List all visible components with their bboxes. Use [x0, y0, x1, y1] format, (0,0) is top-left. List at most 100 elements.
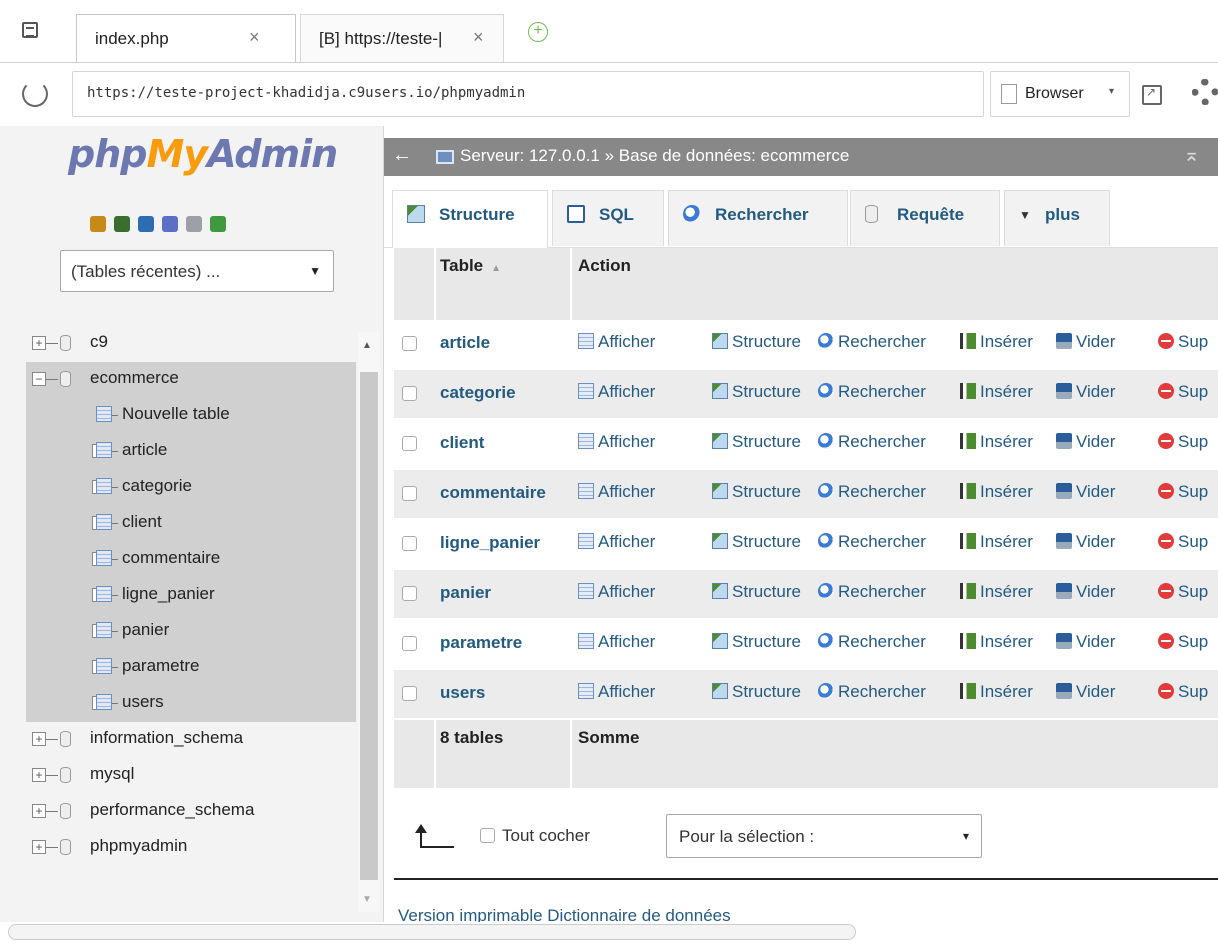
print-links-text[interactable]: Version imprimable Dictionnaire de donné… [398, 906, 731, 922]
action-browse[interactable]: Afficher [578, 332, 655, 352]
tree-database-performance_schema[interactable]: + performance_schema [0, 794, 356, 830]
row-checkbox[interactable] [402, 686, 417, 701]
browser-tab-phpmyadmin[interactable]: [B] https://teste-| × [300, 14, 504, 62]
tree-item-nouvelle-table[interactable]: Nouvelle table [26, 398, 356, 434]
action-structure[interactable]: Structure [712, 582, 801, 602]
table-name-link[interactable]: article [440, 333, 490, 353]
new-tab-icon[interactable]: + [528, 22, 548, 42]
action-empty[interactable]: Vider [1056, 432, 1115, 452]
action-insert[interactable]: Insérer [960, 682, 1033, 702]
row-checkbox[interactable] [402, 436, 417, 451]
column-header-table[interactable]: Table ▲ [440, 256, 501, 276]
expand-icon[interactable]: + [32, 732, 46, 746]
popout-icon[interactable] [1142, 85, 1162, 105]
close-tab-icon[interactable]: × [473, 27, 484, 48]
action-browse[interactable]: Afficher [578, 482, 655, 502]
tree-scrollbar-thumb[interactable] [360, 372, 378, 880]
action-search[interactable]: Rechercher [818, 532, 926, 552]
docs-icon[interactable] [186, 216, 202, 232]
tab-more[interactable]: ▼ plus [1004, 190, 1110, 246]
horizontal-scrollbar[interactable] [8, 924, 856, 940]
collapse-icon[interactable]: − [32, 372, 46, 386]
action-drop[interactable]: Sup [1158, 482, 1208, 502]
action-insert[interactable]: Insérer [960, 332, 1033, 352]
tree-database-ecommerce[interactable]: − ecommerce [26, 362, 356, 398]
action-drop[interactable]: Sup [1158, 632, 1208, 652]
tab-sql[interactable]: SQL [552, 190, 664, 246]
action-browse[interactable]: Afficher [578, 632, 655, 652]
recent-tables-select[interactable]: (Tables récentes) ... ▼ [60, 250, 334, 292]
action-structure[interactable]: Structure [712, 682, 801, 702]
action-empty[interactable]: Vider [1056, 582, 1115, 602]
action-insert[interactable]: Insérer [960, 532, 1033, 552]
tree-item-client[interactable]: +client [26, 506, 356, 542]
expand-icon[interactable]: + [32, 768, 46, 782]
action-drop[interactable]: Sup [1158, 382, 1208, 402]
row-checkbox[interactable] [402, 336, 417, 351]
tree-item-ligne_panier[interactable]: +ligne_panier [26, 578, 356, 614]
gear-icon[interactable] [1184, 79, 1218, 109]
action-insert[interactable]: Insérer [960, 382, 1033, 402]
row-checkbox[interactable] [402, 536, 417, 551]
action-insert[interactable]: Insérer [960, 482, 1033, 502]
tree-database-mysql[interactable]: + mysql [0, 758, 356, 794]
action-empty[interactable]: Vider [1056, 482, 1115, 502]
action-structure[interactable]: Structure [712, 632, 801, 652]
action-structure[interactable]: Structure [712, 382, 801, 402]
action-insert[interactable]: Insérer [960, 632, 1033, 652]
action-search[interactable]: Rechercher [818, 682, 926, 702]
reload-icon[interactable] [22, 81, 48, 107]
expand-icon[interactable]: + [32, 840, 46, 854]
breadcrumb-text[interactable]: Serveur: 127.0.0.1 » Base de données: ec… [460, 146, 849, 166]
tree-item-commentaire[interactable]: +commentaire [26, 542, 356, 578]
browser-menu-icon[interactable] [22, 22, 38, 38]
row-checkbox[interactable] [402, 486, 417, 501]
table-name-link[interactable]: panier [440, 583, 491, 603]
table-name-link[interactable]: ligne_panier [440, 533, 540, 553]
action-search[interactable]: Rechercher [818, 482, 926, 502]
table-name-link[interactable]: client [440, 433, 484, 453]
table-name-link[interactable]: users [440, 683, 485, 703]
close-tab-icon[interactable]: × [249, 27, 260, 48]
tab-search[interactable]: Rechercher [668, 190, 848, 246]
tree-database-information_schema[interactable]: + information_schema [0, 722, 356, 758]
expand-icon[interactable]: + [32, 804, 46, 818]
phpmyadmin-logo[interactable]: phpMyAdmin [68, 132, 338, 176]
with-selected-select[interactable]: Pour la sélection : ▾ [666, 814, 982, 858]
action-structure[interactable]: Structure [712, 482, 801, 502]
action-browse[interactable]: Afficher [578, 532, 655, 552]
action-structure[interactable]: Structure [712, 532, 801, 552]
action-search[interactable]: Rechercher [818, 332, 926, 352]
check-all-checkbox[interactable] [480, 828, 495, 843]
action-browse[interactable]: Afficher [578, 682, 655, 702]
tree-database-c9[interactable]: + c9 [0, 326, 356, 362]
collapse-icon[interactable]: ⌅ [1183, 142, 1200, 167]
scroll-down-icon[interactable]: ▼ [362, 894, 372, 905]
action-browse[interactable]: Afficher [578, 582, 655, 602]
action-empty[interactable]: Vider [1056, 682, 1115, 702]
action-drop[interactable]: Sup [1158, 432, 1208, 452]
table-name-link[interactable]: categorie [440, 383, 516, 403]
tree-item-users[interactable]: +users [26, 686, 356, 722]
help-icon[interactable] [162, 216, 178, 232]
action-search[interactable]: Rechercher [818, 582, 926, 602]
tab-structure[interactable]: Structure [392, 190, 548, 248]
action-structure[interactable]: Structure [712, 432, 801, 452]
action-empty[interactable]: Vider [1056, 382, 1115, 402]
browser-tab-index[interactable]: index.php × [76, 14, 296, 62]
action-browse[interactable]: Afficher [578, 432, 655, 452]
action-drop[interactable]: Sup [1158, 682, 1208, 702]
home-icon[interactable] [90, 216, 106, 232]
action-insert[interactable]: Insérer [960, 432, 1033, 452]
action-search[interactable]: Rechercher [818, 632, 926, 652]
tree-item-parametre[interactable]: +parametre [26, 650, 356, 686]
logout-icon[interactable] [114, 216, 130, 232]
reload-icon[interactable] [210, 216, 226, 232]
action-search[interactable]: Rechercher [818, 382, 926, 402]
action-search[interactable]: Rechercher [818, 432, 926, 452]
tree-item-panier[interactable]: +panier [26, 614, 356, 650]
url-bar[interactable]: https://teste-project-khadidja.c9users.i… [72, 71, 984, 117]
action-insert[interactable]: Insérer [960, 582, 1033, 602]
back-arrow-icon[interactable]: ← [392, 144, 412, 167]
action-drop[interactable]: Sup [1158, 582, 1208, 602]
